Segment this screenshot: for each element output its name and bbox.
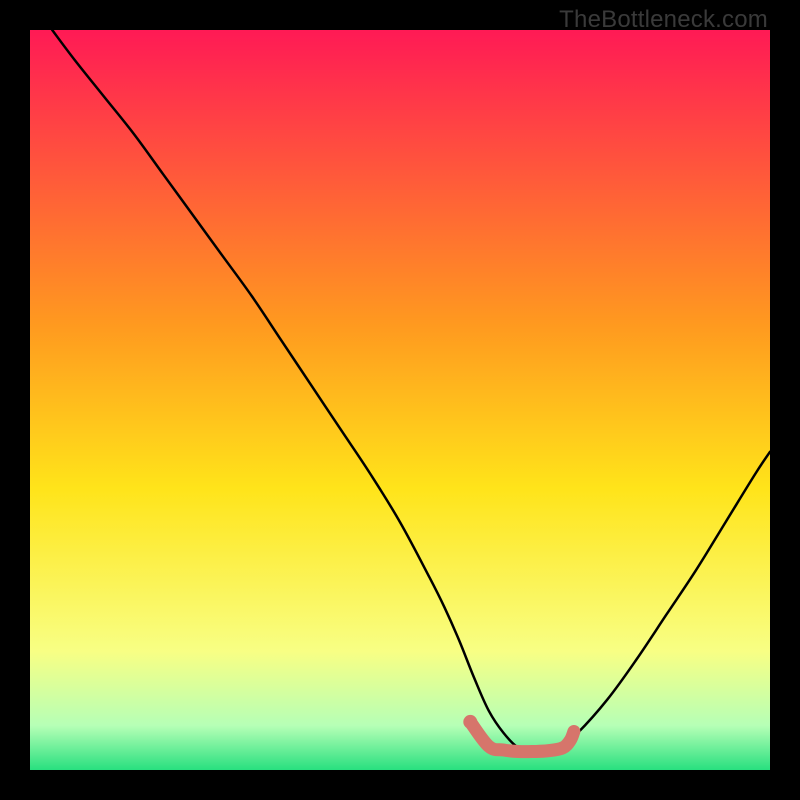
chart-frame: TheBottleneck.com	[0, 0, 800, 800]
gradient-background	[30, 30, 770, 770]
optimal-start-dot	[463, 715, 477, 729]
watermark-text: TheBottleneck.com	[559, 6, 768, 34]
bottleneck-chart	[30, 30, 770, 770]
